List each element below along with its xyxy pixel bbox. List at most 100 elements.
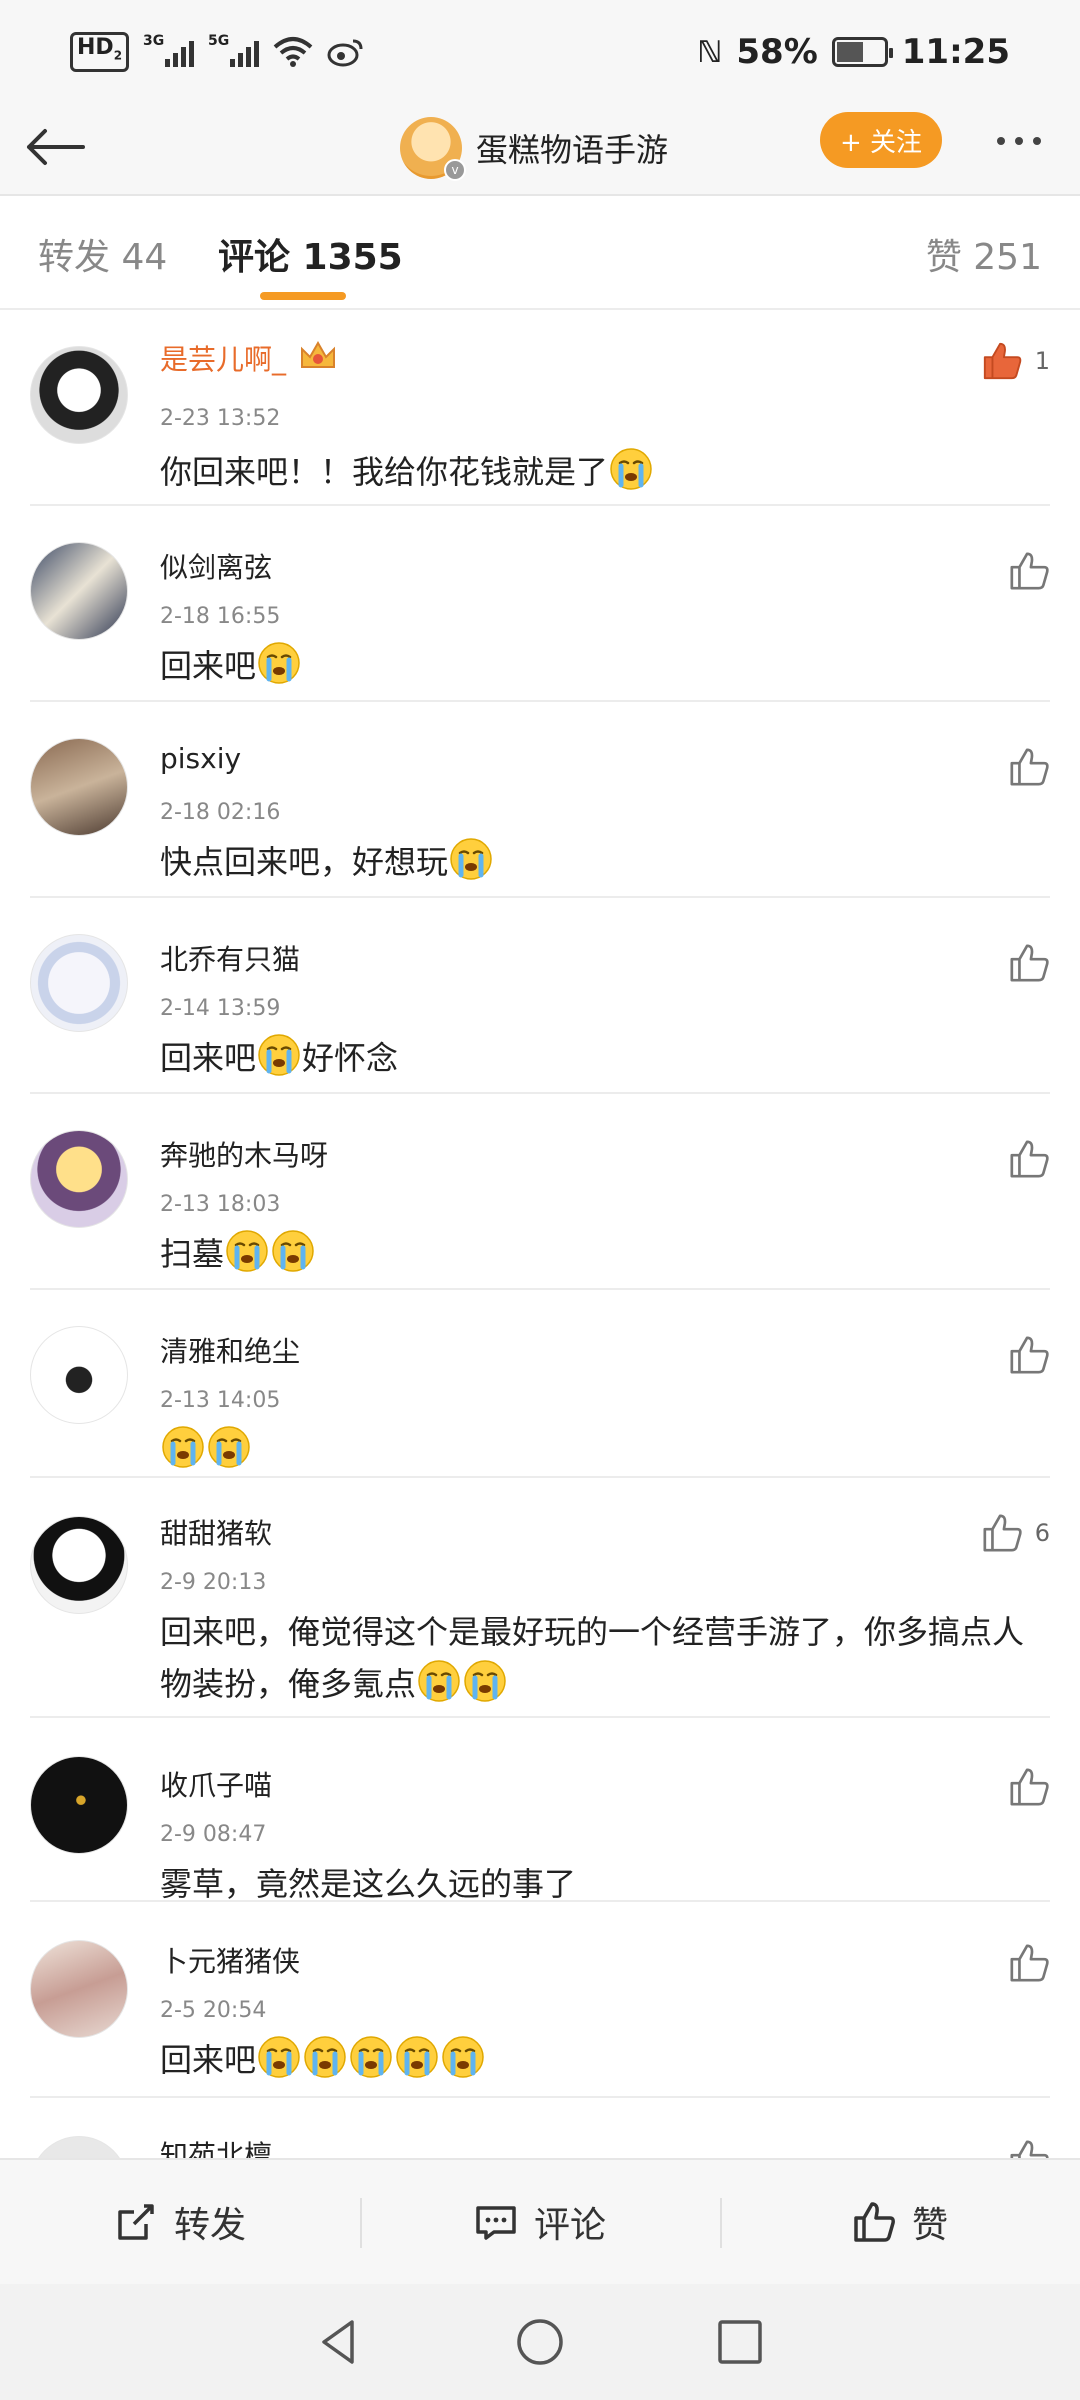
crying-emoji-icon: [258, 642, 300, 684]
comment-like-button[interactable]: [1008, 1942, 1050, 1984]
comment-item[interactable]: 收爪子喵 2-9 08:47 雾草，竟然是这么久远的事了: [0, 1718, 1080, 1903]
avatar[interactable]: [30, 2136, 128, 2158]
comment-item[interactable]: 卜元猪猪侠 2-5 20:54 回来吧: [0, 1902, 1080, 2098]
comment-text: [160, 1424, 1040, 1476]
crying-emoji-icon: [610, 448, 652, 490]
avatar[interactable]: [30, 542, 128, 640]
like-label: 赞: [911, 2205, 948, 2246]
comment-timestamp: 2-9 08:47: [160, 1822, 267, 1847]
liked-thumbs-up-icon: [983, 342, 1021, 380]
crying-emoji-icon: [450, 838, 492, 880]
thumbs-up-icon: [1010, 552, 1049, 590]
nav-back-icon[interactable]: [312, 2314, 368, 2370]
comment-item[interactable]: 是芸儿啊_ 2-23 13:52 你回来吧！！我给你花钱就是了 1: [0, 310, 1080, 506]
comment-like-button[interactable]: [1008, 1766, 1050, 1808]
verified-badge-icon: v: [444, 159, 466, 181]
battery-percent: 58%: [736, 32, 818, 72]
comment-username[interactable]: 奔驰的木马呀: [160, 1134, 328, 1174]
crying-emoji-icon: [418, 1660, 460, 1702]
tab-likes[interactable]: 赞 251: [926, 228, 1042, 280]
account-avatar[interactable]: v: [400, 117, 466, 181]
comment-username[interactable]: 似剑离弦: [160, 546, 272, 586]
comment-username[interactable]: pisxiy: [160, 742, 241, 775]
avatar[interactable]: [30, 1940, 128, 2038]
back-button[interactable]: [20, 112, 90, 182]
comment-item[interactable]: 清雅和绝尘 2-13 14:05: [0, 1290, 1080, 1478]
comment-timestamp: 2-18 16:55: [160, 604, 281, 629]
comment-timestamp: 2-9 20:13: [160, 1570, 267, 1595]
comment-like-button[interactable]: [1008, 1138, 1050, 1180]
comment-text: 你回来吧！！我给你花钱就是了: [160, 446, 1040, 498]
wifi-icon: [273, 36, 313, 67]
nfc-icon: ℕ: [697, 34, 723, 70]
comment-list[interactable]: 是芸儿啊_ 2-23 13:52 你回来吧！！我给你花钱就是了 1 似剑离弦 2-18 1…: [0, 310, 1080, 2158]
nav-home-icon[interactable]: [512, 2314, 568, 2370]
comment-button[interactable]: 评论: [360, 2160, 720, 2284]
avatar[interactable]: [30, 1130, 128, 1228]
comment-username[interactable]: 卜元猪猪侠: [160, 1940, 300, 1980]
comment-username[interactable]: 收爪子喵: [160, 1764, 272, 1804]
comment-item[interactable]: 似剑离弦 2-18 16:55 回来吧: [0, 506, 1080, 702]
comment-username[interactable]: 清雅和绝尘: [160, 1330, 300, 1370]
status-right: ℕ 58% 11:25: [697, 32, 1010, 72]
active-tab-indicator: [260, 292, 346, 300]
comment-text: 回来吧 好怀念: [160, 1032, 1040, 1084]
clock: 11:25: [901, 32, 1010, 72]
vip-crown-icon: [301, 340, 336, 368]
comment-item[interactable]: pisxiy 2-18 02:16 快点回来吧，好想玩: [0, 702, 1080, 898]
avatar[interactable]: [30, 1326, 128, 1424]
follow-button[interactable]: + 关注: [820, 112, 942, 168]
comment-like-button[interactable]: [1008, 2138, 1050, 2158]
avatar[interactable]: [30, 346, 128, 444]
crying-emoji-icon: [258, 1034, 300, 1076]
crying-emoji-icon: [304, 2036, 346, 2078]
comment-item[interactable]: 北乔有只猫 2-14 13:59 回来吧 好怀念: [0, 898, 1080, 1094]
account-info[interactable]: v 蛋糕物语手游: [400, 108, 668, 188]
avatar[interactable]: [30, 934, 128, 1032]
crying-emoji-icon: [208, 1426, 250, 1468]
tab-comments[interactable]: 评论 1355: [218, 228, 403, 280]
avatar[interactable]: [30, 1756, 128, 1854]
more-options-button[interactable]: [984, 116, 1054, 166]
avatar[interactable]: [30, 738, 128, 836]
status-bar: HD2 3G 5G ℕ 58% 11:25: [0, 0, 1080, 104]
comment-text: 回来吧: [160, 640, 1040, 692]
comment-like-button[interactable]: 6: [981, 1512, 1050, 1554]
comment-text: 扫墓: [160, 1228, 1040, 1280]
comment-timestamp: 2-18 02:16: [160, 800, 281, 825]
nav-recents-icon[interactable]: [712, 2314, 768, 2370]
crying-emoji-icon: [464, 1660, 506, 1702]
signal-5g-icon: 5G: [208, 33, 260, 67]
comment-like-button[interactable]: [1008, 1334, 1050, 1376]
comment-username[interactable]: 知苑北檀: [160, 2134, 272, 2158]
like-button[interactable]: 赞: [720, 2160, 1080, 2284]
comment-username[interactable]: 北乔有只猫: [160, 938, 300, 978]
tab-bar: 转发 44 评论 1355 赞 251: [0, 198, 1080, 310]
comment-username[interactable]: 是芸儿啊_: [160, 338, 338, 378]
comment-like-button[interactable]: [1008, 942, 1050, 984]
comment-label: 评论: [533, 2205, 606, 2246]
repost-label: 转发: [173, 2205, 246, 2246]
repost-button[interactable]: 转发: [0, 2160, 360, 2284]
comment-item[interactable]: 甜甜猪软 2-9 20:13 回来吧，俺觉得这个是最好玩的一个经营手游了，你多搞点人…: [0, 1478, 1080, 1718]
back-arrow-icon: [27, 129, 85, 165]
comment-item[interactable]: 奔驰的木马呀 2-13 18:03 扫墓: [0, 1094, 1080, 1290]
weibo-icon: [327, 39, 363, 67]
comment-like-button[interactable]: [1008, 746, 1050, 788]
thumbs-up-icon: [1010, 2140, 1049, 2158]
comment-timestamp: 2-13 14:05: [160, 1388, 281, 1413]
thumbs-up-icon: [1010, 944, 1049, 982]
comment-username[interactable]: 甜甜猪软: [160, 1512, 272, 1552]
like-count: 1: [1034, 347, 1050, 375]
avatar[interactable]: [30, 1516, 128, 1614]
comment-like-button[interactable]: 1: [981, 340, 1050, 382]
share-icon: [118, 2204, 154, 2240]
comment-item[interactable]: 知苑北檀: [0, 2098, 1080, 2158]
top-header: v 蛋糕物语手游 + 关注: [0, 104, 1080, 196]
comment-text: 快点回来吧，好想玩: [160, 836, 1040, 888]
comment-like-button[interactable]: [1008, 550, 1050, 592]
tab-reposts[interactable]: 转发 44: [38, 228, 167, 280]
system-nav-bar: [0, 2284, 1080, 2400]
crying-emoji-icon: [350, 2036, 392, 2078]
thumbs-up-icon: [983, 1514, 1022, 1552]
